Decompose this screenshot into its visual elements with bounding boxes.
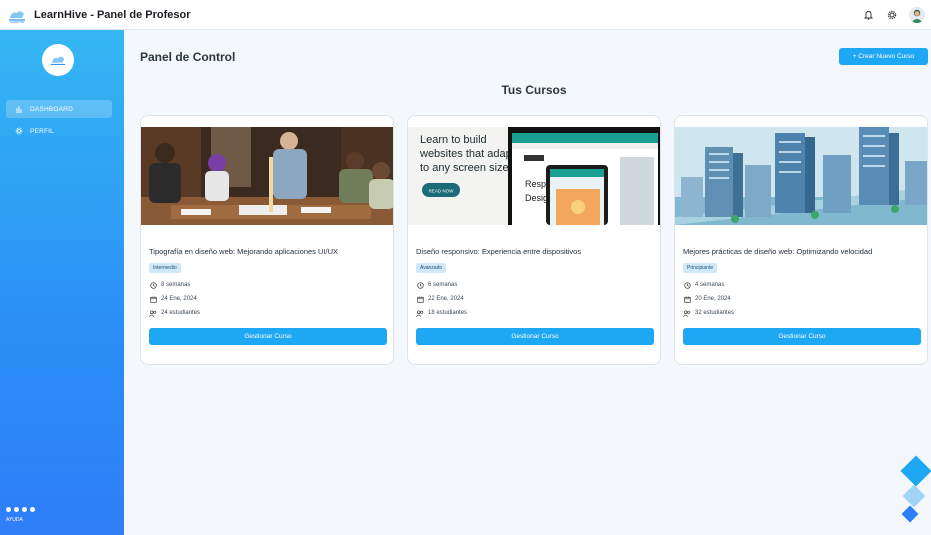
clock-icon: [149, 281, 157, 289]
course-card: Tipografía en diseño web: Mejorando apli…: [140, 115, 394, 365]
course-title[interactable]: Diseño responsivo: Experiencia entre dis…: [416, 247, 581, 256]
course-students: 18 estudiantes: [416, 309, 467, 317]
level-badge: Avanzado: [416, 263, 447, 273]
course-image-classroom: [141, 127, 393, 225]
course-duration: 6 semanas: [416, 281, 457, 289]
learnhive-logo-icon: [50, 56, 66, 65]
course-card: Mejores prácticas de diseño web: Optimiz…: [674, 115, 928, 365]
clock-icon: [416, 281, 424, 289]
sidebar-logo[interactable]: [42, 44, 74, 76]
course-image-city: [675, 127, 927, 225]
learnhive-logo-icon: LEARNHIVE: [9, 10, 25, 24]
manage-course-button[interactable]: Gestionar Curso: [683, 328, 921, 345]
manage-course-button[interactable]: Gestionar Curso: [149, 328, 387, 345]
course-date: 22 Ene, 2024: [416, 295, 464, 303]
page-title: Panel de Control: [140, 50, 236, 64]
course-card: Learn to build websites that adapt to an…: [407, 115, 661, 365]
sidebar: DASHBOARD PERFIL AYUDA: [0, 30, 124, 535]
course-date: 20 Ene, 2024: [683, 295, 731, 303]
course-date: 24 Ene, 2024: [149, 295, 197, 303]
course-duration: 8 semanas: [149, 281, 190, 289]
svg-text:READ NOW: READ NOW: [429, 189, 455, 194]
svg-text:LEARNHIVE: LEARNHIVE: [10, 21, 25, 24]
course-title[interactable]: Mejores prácticas de diseño web: Optimiz…: [683, 247, 872, 256]
calendar-icon: [416, 295, 424, 303]
create-course-button[interactable]: + Crear Nuevo Curso: [839, 48, 928, 65]
course-image-responsive: Learn to build websites that adapt to an…: [408, 127, 660, 225]
svg-text:websites that adapt: websites that adapt: [419, 148, 515, 160]
bell-icon[interactable]: [861, 8, 875, 22]
sidebar-item-dashboard[interactable]: DASHBOARD: [6, 100, 112, 118]
svg-text:Learn to build: Learn to build: [420, 134, 487, 146]
course-title[interactable]: Tipografía en diseño web: Mejorando apli…: [149, 247, 338, 256]
course-students: 24 estudiantes: [149, 309, 200, 317]
calendar-icon: [149, 295, 157, 303]
svg-text:to any screen size: to any screen size: [420, 162, 509, 174]
sidebar-item-label: DASHBOARD: [30, 105, 73, 113]
users-icon: [416, 309, 424, 317]
users-icon: [149, 309, 157, 317]
decorative-diamonds: [900, 455, 931, 523]
user-avatar[interactable]: [909, 7, 925, 23]
clock-icon: [683, 281, 691, 289]
sidebar-item-perfil[interactable]: PERFIL: [6, 122, 112, 140]
bar-chart-icon: [14, 104, 24, 114]
section-title: Tus Cursos: [501, 83, 567, 97]
pagination-dots: [6, 507, 35, 512]
gear-icon: [14, 126, 24, 136]
sidebar-item-label: PERFIL: [30, 127, 54, 135]
course-duration: 4 semanas: [683, 281, 724, 289]
level-badge: Intermedio: [149, 263, 181, 273]
help-link[interactable]: AYUDA: [6, 517, 23, 523]
gear-icon[interactable]: [885, 8, 899, 22]
app-title: LearnHive - Panel de Profesor: [34, 8, 191, 21]
course-students: 32 estudiantes: [683, 309, 734, 317]
manage-course-button[interactable]: Gestionar Curso: [416, 328, 654, 345]
calendar-icon: [683, 295, 691, 303]
level-badge: Principiante: [683, 263, 718, 273]
users-icon: [683, 309, 691, 317]
top-bar: LEARNHIVE LearnHive - Panel de Profesor: [0, 0, 931, 30]
